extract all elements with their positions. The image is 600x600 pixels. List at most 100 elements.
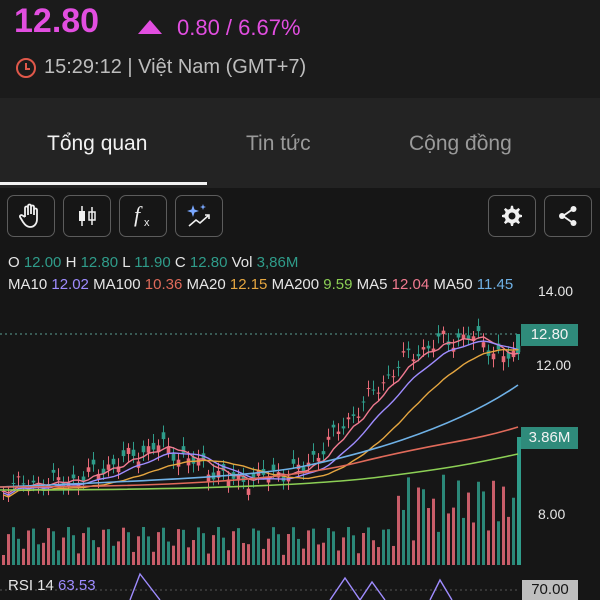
svg-text:f: f xyxy=(134,202,143,227)
volume-bar xyxy=(447,513,450,565)
indicators-button[interactable]: f x xyxy=(119,195,167,237)
drawing-tool-button[interactable] xyxy=(7,195,55,237)
volume-bar xyxy=(237,528,240,565)
candle-body xyxy=(321,451,326,455)
volume-bar xyxy=(347,527,350,565)
volume-bar xyxy=(127,532,130,565)
quote-time: 15:29:12 | Việt Nam (GMT+7) xyxy=(44,56,307,78)
candle-body xyxy=(441,330,446,335)
settings-button[interactable] xyxy=(488,195,536,237)
ai-analysis-button[interactable] xyxy=(175,195,223,237)
candlestick-icon xyxy=(79,206,96,226)
volume-bar xyxy=(177,529,180,565)
candle-body xyxy=(381,382,386,384)
candle-body xyxy=(106,464,111,470)
volume-bar xyxy=(417,487,420,565)
volume-bar xyxy=(152,551,155,565)
open-label: O xyxy=(8,254,20,271)
volume-bar xyxy=(507,516,510,565)
candle-body xyxy=(396,366,401,368)
volume-bar xyxy=(12,527,15,565)
candle-body xyxy=(161,432,166,440)
close-value: 12.80 xyxy=(189,254,228,271)
share-button[interactable] xyxy=(544,195,592,237)
candle-body xyxy=(351,414,356,416)
share-icon xyxy=(559,206,577,226)
candle-body xyxy=(366,388,371,390)
price-chart[interactable] xyxy=(0,282,600,600)
price-axis-12: 12.00 xyxy=(536,357,572,373)
low-label: L xyxy=(122,254,131,271)
volume-bar xyxy=(362,532,365,565)
hand-icon xyxy=(19,203,38,228)
volume-bar xyxy=(157,532,160,565)
volume-bar xyxy=(27,530,30,565)
volume-bar xyxy=(497,521,500,565)
ma50-label: MA50 xyxy=(433,276,473,293)
last-price-tag: 12.80 xyxy=(521,324,578,346)
volume-bar xyxy=(372,540,375,565)
volume-bar xyxy=(432,498,435,565)
ma10-label: MA10 xyxy=(8,276,48,293)
candle-body xyxy=(426,345,431,349)
volume-bar xyxy=(487,530,490,565)
volume-bar xyxy=(282,554,285,565)
candle-body xyxy=(86,467,91,472)
candle-body xyxy=(361,401,366,403)
candle-body xyxy=(416,354,421,357)
chart-toolbar: f x xyxy=(0,188,600,246)
clock-icon xyxy=(16,58,36,78)
volume-bar xyxy=(477,481,480,565)
candle-body xyxy=(516,334,520,354)
price-axis-14: 14.00 xyxy=(538,283,574,299)
chart-type-button[interactable] xyxy=(63,195,111,237)
volume-bar xyxy=(87,527,90,565)
volume-bar xyxy=(387,529,390,565)
tab-overview[interactable]: Tổng quan xyxy=(47,132,147,156)
volume-bar xyxy=(17,538,20,565)
candle-body xyxy=(11,483,16,485)
ma5-value: 12.04 xyxy=(391,276,430,293)
candle-body xyxy=(81,476,86,481)
candle-body xyxy=(501,356,506,363)
candle-body xyxy=(391,376,396,378)
candle-body xyxy=(481,342,486,348)
candle-body xyxy=(121,450,126,457)
tab-news[interactable]: Tin tức xyxy=(246,132,311,156)
volume-bar xyxy=(312,528,315,565)
ma100-line xyxy=(0,426,519,488)
ma20-line xyxy=(3,348,519,498)
quote-header: 12.80 0.80 / 6.67% 15:29:12 | Việt Nam (… xyxy=(0,0,600,98)
tab-community[interactable]: Cộng đồng xyxy=(409,132,512,156)
volume-bar xyxy=(332,531,335,565)
volume-bar xyxy=(242,542,245,565)
volume-bar xyxy=(207,553,210,565)
candle-body xyxy=(421,347,426,350)
ohlc-legend: O 12.00 H 12.80 L 11.90 C 12.80 Vol 3,86… xyxy=(8,254,298,271)
candle-body xyxy=(141,445,146,453)
volume-bar xyxy=(187,547,190,565)
volume-bar xyxy=(257,530,260,565)
volume-bar xyxy=(42,542,45,565)
volume-label: Vol xyxy=(231,254,253,271)
svg-text:x: x xyxy=(144,217,150,229)
open-value: 12.00 xyxy=(23,254,62,271)
volume-bar xyxy=(32,528,35,565)
volume-bar xyxy=(267,538,270,565)
candle-body xyxy=(16,476,21,478)
volume-bar xyxy=(327,528,330,565)
volume-bar xyxy=(377,547,380,565)
rsi-name: RSI 14 xyxy=(8,577,54,594)
volume-bar xyxy=(62,537,65,565)
last-price: 12.80 xyxy=(14,2,100,40)
volume-bar xyxy=(7,534,10,565)
volume-bar xyxy=(287,534,290,565)
volume-bar xyxy=(77,553,80,565)
volume-bar xyxy=(412,540,415,565)
volume-bar xyxy=(262,548,265,565)
volume-bar xyxy=(72,535,75,565)
candle-body xyxy=(131,449,136,456)
volume-bar xyxy=(247,544,250,565)
volume-bar xyxy=(67,527,70,565)
volume-bar xyxy=(112,545,115,565)
